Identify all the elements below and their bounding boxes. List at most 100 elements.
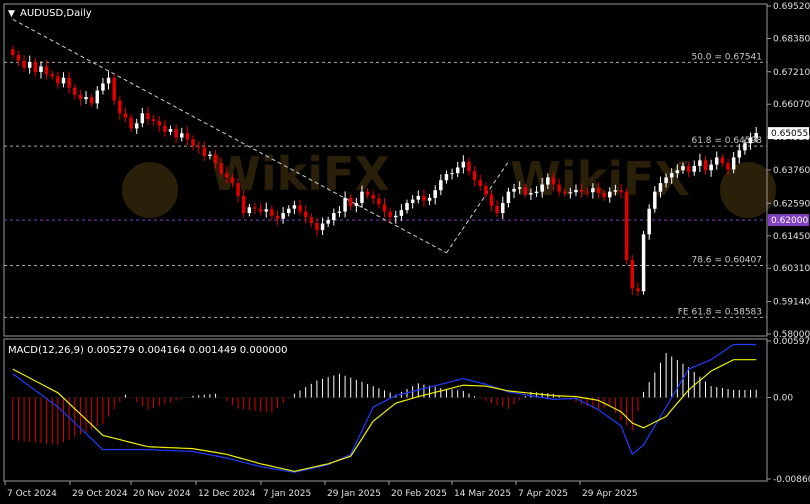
candle-body — [715, 157, 719, 165]
candle-body — [219, 163, 223, 174]
candle-body — [410, 199, 415, 204]
chart-menu-icon[interactable]: ▼ — [8, 9, 15, 19]
candle-body — [292, 205, 297, 209]
candle-body — [568, 192, 573, 194]
fib-level-label: 50.0 = 0.67541 — [691, 52, 762, 62]
candle-body — [202, 147, 207, 157]
candle-body — [129, 117, 133, 129]
x-tick-label: 7 Jan 2025 — [263, 489, 311, 499]
candle-body — [298, 205, 302, 212]
candle-body — [731, 157, 736, 170]
current-price-label: 0.65055 — [771, 129, 808, 139]
candle-body — [354, 203, 359, 206]
candle-body — [123, 113, 128, 118]
y-tick-label: 0.68380 — [773, 34, 810, 44]
watermark-text: WikiFX — [510, 152, 690, 206]
candle-body — [61, 77, 66, 84]
candle-body — [748, 137, 753, 144]
x-tick-label: 7 Apr 2025 — [518, 489, 568, 499]
macd-y-tick-label: 0.00 — [773, 394, 793, 404]
candle-body — [22, 60, 26, 68]
candle-body — [394, 215, 398, 218]
candle-body — [669, 173, 674, 178]
candle-body — [287, 208, 291, 213]
candle-body — [686, 166, 691, 172]
candle-body — [495, 205, 499, 213]
candle-body — [422, 195, 426, 201]
candle-body — [56, 76, 60, 84]
candle-body — [647, 208, 651, 235]
candle-body — [230, 177, 235, 184]
y-tick-label: 0.62590 — [773, 199, 810, 209]
candle-body — [101, 83, 105, 91]
x-tick-label: 20 Nov 2024 — [133, 489, 191, 499]
candle-body — [681, 166, 685, 171]
candle-body — [388, 211, 392, 218]
candle-body — [703, 160, 708, 171]
candle-body — [619, 190, 623, 193]
x-tick-label: 14 Mar 2025 — [454, 489, 511, 499]
candle-body — [579, 189, 584, 192]
candle-body — [546, 177, 550, 185]
candle-body — [180, 133, 184, 138]
candle-body — [185, 133, 190, 140]
x-tick-label: 12 Dec 2024 — [198, 489, 256, 499]
trend-line — [446, 161, 509, 254]
x-tick-label: 29 Oct 2024 — [72, 489, 128, 499]
candle-body — [399, 210, 404, 216]
candle-body — [343, 197, 347, 212]
candle-body — [241, 195, 246, 213]
chart-root: WikiFX WikiFX 50.0 = 0.67541 61.8 = 0.6459… — [0, 0, 810, 500]
candle-body — [574, 189, 578, 193]
candle-body — [281, 212, 285, 219]
candle-body — [253, 207, 257, 209]
x-tick-label: 29 Apr 2025 — [582, 489, 638, 499]
candle-body — [709, 164, 713, 171]
candle-body — [675, 170, 680, 174]
candle-body — [225, 173, 229, 178]
candle-body — [118, 100, 122, 114]
y-tick-label: 0.59140 — [773, 298, 810, 308]
candle-body — [39, 66, 43, 73]
candle-body — [89, 97, 94, 104]
y-tick-label: 0.69520 — [773, 2, 810, 12]
candle-body — [151, 119, 156, 122]
candle-body — [360, 191, 364, 204]
candle-body — [67, 77, 71, 88]
candle-body — [236, 183, 240, 196]
candle-body — [478, 180, 482, 186]
candle-body — [16, 54, 21, 61]
y-tick-label: 0.61450 — [773, 232, 810, 242]
candle-body — [506, 191, 511, 204]
candle-body — [168, 129, 173, 132]
candle-body — [163, 125, 167, 132]
candle-body — [371, 195, 375, 199]
y-tick-label: 0.67210 — [773, 68, 810, 78]
candle-body — [624, 192, 629, 260]
candle-body — [664, 177, 668, 184]
candle-body — [84, 97, 88, 100]
support-price-label: 0.62000 — [771, 216, 808, 226]
candle-body — [95, 90, 100, 104]
candle-body — [737, 150, 742, 158]
candle-body — [11, 49, 15, 55]
candle-body — [106, 77, 111, 84]
macd-y-tick-label: -0.008607 — [773, 475, 810, 485]
x-tick-label: 20 Feb 2025 — [391, 489, 447, 499]
candle-body — [641, 234, 646, 292]
candle-body — [444, 173, 449, 181]
candle-body — [585, 191, 589, 193]
y-tick-label: 0.63760 — [773, 166, 810, 176]
candle-body — [562, 191, 567, 194]
candle-body — [636, 288, 640, 292]
candle-body — [461, 161, 466, 168]
candle-body — [455, 167, 460, 174]
candle-body — [309, 217, 314, 223]
candle-body — [365, 191, 370, 196]
candle-body — [653, 191, 657, 209]
candle-body — [326, 220, 330, 224]
macd-panel-border — [3, 338, 768, 482]
candle-body — [754, 132, 758, 138]
candle-body — [467, 161, 471, 172]
candle-body — [540, 184, 544, 192]
